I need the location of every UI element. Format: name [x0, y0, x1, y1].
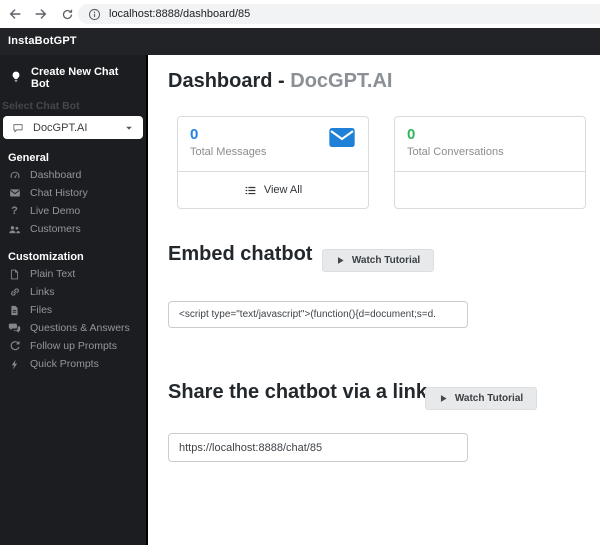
comments-icon — [8, 322, 21, 335]
forward-icon[interactable] — [30, 3, 52, 25]
sidebar-item-plain-text[interactable]: Plain Text — [0, 265, 146, 283]
sidebar-item-quick-prompts[interactable]: Quick Prompts — [0, 355, 146, 373]
sidebar-item-files[interactable]: Files — [0, 301, 146, 319]
share-link-input[interactable] — [168, 433, 468, 462]
watch-tutorial-button-share[interactable]: Watch Tutorial — [425, 387, 537, 410]
list-icon — [244, 184, 257, 197]
select-chatbot-label: Select Chat Bot — [2, 100, 80, 112]
sidebar-item-questions-answers[interactable]: Questions & Answers — [0, 319, 146, 337]
gauge-icon — [8, 169, 21, 181]
chatbot-select-value: DocGPT.AI — [33, 121, 88, 134]
stat-value: 0 — [407, 126, 416, 143]
chatbot-select[interactable]: DocGPT.AI — [3, 116, 143, 139]
page-title: Dashboard - DocGPT.AI — [168, 70, 393, 93]
page-title-prefix: Dashboard - — [168, 70, 291, 92]
watch-tutorial-label: Watch Tutorial — [351, 255, 421, 266]
view-all-button[interactable]: View All — [178, 171, 368, 208]
section-title-customization: Customization — [8, 251, 84, 263]
envelope-icon — [8, 187, 21, 199]
app-topbar: InstaBotGPT — [0, 28, 600, 55]
files-icon — [8, 305, 21, 316]
envelope-icon — [329, 128, 355, 152]
sidebar-item-label: Links — [30, 286, 55, 298]
stat-card-total-conversations: 0 Total Conversations — [394, 116, 586, 209]
sidebar-item-label: Plain Text — [30, 268, 76, 280]
sidebar-item-label: Dashboard — [30, 169, 82, 181]
link-icon — [8, 286, 21, 298]
lightbulb-icon — [10, 71, 22, 86]
watch-tutorial-label: Watch Tutorial — [454, 393, 524, 404]
stat-card-footer — [395, 171, 585, 208]
sidebar-item-label: Files — [30, 304, 53, 316]
sidebar-item-follow-up-prompts[interactable]: Follow up Prompts — [0, 337, 146, 355]
stat-card-body: 0 Total Messages — [178, 117, 368, 167]
create-new-chatbot-label: Create New Chat Bot — [31, 66, 119, 90]
stat-label: Total Conversations — [407, 146, 504, 158]
play-icon — [439, 394, 448, 403]
sidebar-item-live-demo[interactable]: ? Live Demo — [0, 202, 146, 220]
sidebar-item-label: Chat History — [30, 187, 88, 199]
file-icon — [8, 269, 21, 280]
embed-code-input[interactable] — [168, 301, 468, 328]
watch-tutorial-button-embed[interactable]: Watch Tutorial — [322, 249, 434, 272]
question-icon: ? — [11, 205, 18, 217]
sidebar-item-label: Customers — [30, 223, 81, 235]
sidebar-item-label: Questions & Answers — [30, 322, 130, 334]
brand-logo[interactable]: InstaBotGPT — [8, 28, 77, 55]
sidebar-item-customers[interactable]: Customers — [0, 220, 146, 238]
redo-icon — [8, 340, 21, 352]
sidebar-item-label: Quick Prompts — [30, 358, 99, 370]
screen: localhost:8888/dashboard/85 InstaBotGPT … — [0, 0, 600, 545]
view-all-label: View All — [263, 184, 303, 196]
bolt-icon — [8, 359, 21, 370]
sidebar-item-label: Follow up Prompts — [30, 340, 117, 352]
chevron-down-icon — [124, 123, 134, 133]
sidebar-item-links[interactable]: Links — [0, 283, 146, 301]
reload-icon[interactable] — [56, 3, 78, 25]
browser-toolbar: localhost:8888/dashboard/85 — [0, 0, 600, 28]
chat-bubble-icon — [12, 122, 24, 134]
embed-chatbot-heading: Embed chatbot — [168, 243, 313, 265]
section-title-general: General — [8, 152, 49, 164]
site-info-icon[interactable] — [88, 8, 101, 21]
address-bar[interactable]: localhost:8888/dashboard/85 — [78, 4, 600, 24]
back-icon[interactable] — [4, 3, 26, 25]
share-chatbot-heading: Share the chatbot via a link — [168, 381, 427, 403]
stat-card-body: 0 Total Conversations — [395, 117, 585, 167]
url-text: localhost:8888/dashboard/85 — [109, 8, 251, 20]
sidebar-item-chat-history[interactable]: Chat History — [0, 184, 146, 202]
users-icon — [8, 223, 21, 236]
sidebar-item-label: Live Demo — [30, 205, 81, 217]
sidebar: Create New Chat Bot Select Chat Bot DocG… — [0, 55, 148, 545]
stat-card-total-messages: 0 Total Messages View All — [177, 116, 369, 209]
page-title-bot-name: DocGPT.AI — [290, 70, 393, 92]
play-icon — [336, 256, 345, 265]
create-new-chatbot-button[interactable]: Create New Chat Bot — [10, 66, 138, 90]
sidebar-item-dashboard[interactable]: Dashboard — [0, 166, 146, 184]
